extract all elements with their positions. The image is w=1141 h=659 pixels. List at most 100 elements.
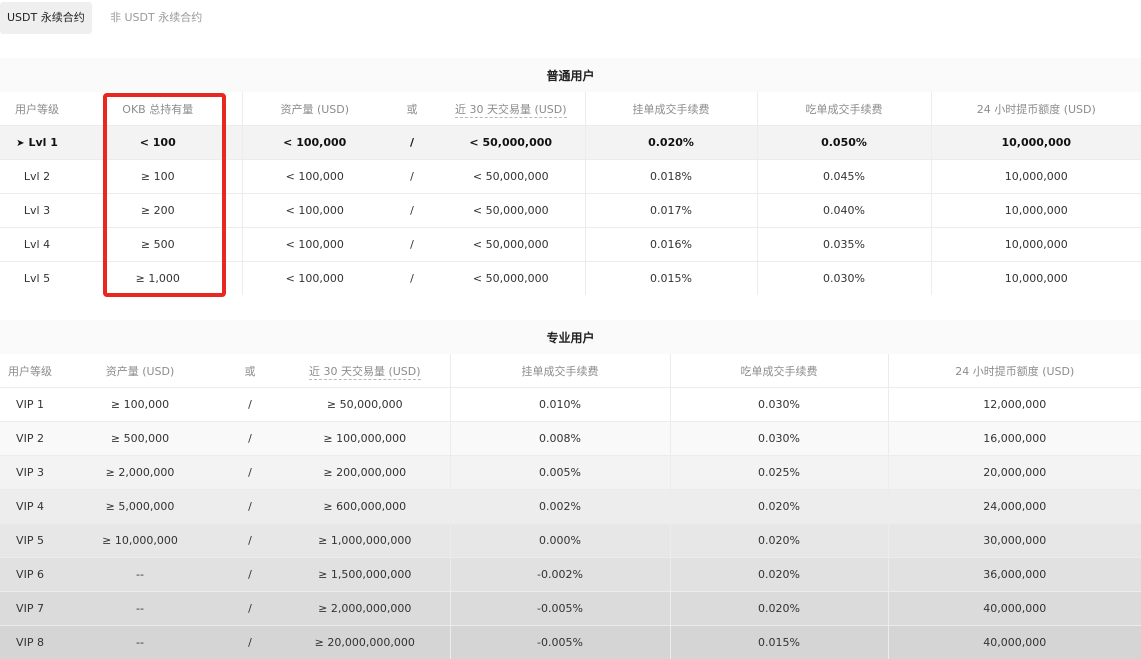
header-or: 或 — [387, 92, 437, 126]
cell-or: / — [220, 490, 280, 524]
header-withdrawal-limit: 24 小时提币额度 (USD) — [931, 92, 1141, 126]
cell-level: VIP 5 — [0, 524, 60, 558]
header-assets: 资产量 (USD) — [60, 354, 220, 388]
header-taker-fee: 吃单成交手续费 — [670, 354, 888, 388]
cell-maker-fee: 0.017% — [585, 194, 757, 228]
regular-level-row: ➤Lvl 1< 100< 100,000/< 50,000,0000.020%0… — [0, 126, 1141, 160]
header-or: 或 — [220, 354, 280, 388]
cell-or: / — [220, 592, 280, 626]
regular-header-row: 用户等级 OKB 总持有量 资产量 (USD) 或 近 30 天交易量 (USD… — [0, 92, 1141, 126]
cell-or: / — [387, 126, 437, 160]
pro-level-row: VIP 2≥ 500,000/≥ 100,000,0000.008%0.030%… — [0, 422, 1141, 456]
cell-taker-fee: 0.040% — [757, 194, 931, 228]
cell-volume-30d: < 50,000,000 — [437, 262, 585, 296]
cell-or: / — [220, 456, 280, 490]
header-okb-holdings: OKB 总持有量 — [74, 92, 242, 126]
cell-okb-holdings: < 100 — [74, 126, 242, 160]
cell-maker-fee: 0.008% — [450, 422, 670, 456]
cell-maker-fee: 0.016% — [585, 228, 757, 262]
cell-withdrawal-limit: 10,000,000 — [931, 228, 1141, 262]
current-level-marker-icon: ➤ — [16, 138, 24, 149]
cell-level: Lvl 3 — [0, 194, 74, 228]
cell-or: / — [220, 388, 280, 422]
cell-assets: < 100,000 — [242, 160, 387, 194]
cell-taker-fee: 0.020% — [670, 592, 888, 626]
cell-maker-fee: 0.002% — [450, 490, 670, 524]
header-assets: 资产量 (USD) — [242, 92, 387, 126]
cell-maker-fee: -0.002% — [450, 558, 670, 592]
cell-volume-30d: < 50,000,000 — [437, 126, 585, 160]
tab-usdt-perpetual[interactable]: USDT 永续合约 — [0, 2, 92, 34]
cell-assets: < 100,000 — [242, 126, 387, 160]
cell-withdrawal-limit: 10,000,000 — [931, 194, 1141, 228]
contract-type-tabs: USDT 永续合约 非 USDT 永续合约 — [0, 0, 1141, 36]
cell-volume-30d: < 50,000,000 — [437, 160, 585, 194]
cell-assets: ≥ 10,000,000 — [60, 524, 220, 558]
header-user-level: 用户等级 — [0, 354, 60, 388]
cell-level: VIP 1 — [0, 388, 60, 422]
cell-or: / — [220, 422, 280, 456]
cell-or: / — [387, 160, 437, 194]
cell-or: / — [220, 524, 280, 558]
cell-okb-holdings: ≥ 500 — [74, 228, 242, 262]
cell-volume-30d: ≥ 2,000,000,000 — [280, 592, 450, 626]
pro-user-fee-table: 专业用户 用户等级 资产量 (USD) 或 近 30 天交易量 (USD) 挂单… — [0, 320, 1141, 659]
cell-assets: -- — [60, 558, 220, 592]
cell-withdrawal-limit: 30,000,000 — [888, 524, 1141, 558]
cell-level: Lvl 2 — [0, 160, 74, 194]
cell-taker-fee: 0.020% — [670, 490, 888, 524]
cell-maker-fee: 0.005% — [450, 456, 670, 490]
cell-withdrawal-limit: 20,000,000 — [888, 456, 1141, 490]
cell-volume-30d: ≥ 200,000,000 — [280, 456, 450, 490]
cell-assets: -- — [60, 592, 220, 626]
regular-section-title: 普通用户 — [0, 58, 1141, 92]
cell-or: / — [387, 262, 437, 296]
pro-header-row: 用户等级 资产量 (USD) 或 近 30 天交易量 (USD) 挂单成交手续费… — [0, 354, 1141, 388]
regular-user-fee-table: 普通用户 用户等级 OKB 总持有量 资产量 (USD) 或 近 30 天交易量… — [0, 58, 1141, 295]
cell-volume-30d: ≥ 1,500,000,000 — [280, 558, 450, 592]
cell-level: VIP 7 — [0, 592, 60, 626]
cell-assets: ≥ 100,000 — [60, 388, 220, 422]
cell-maker-fee: 0.015% — [585, 262, 757, 296]
cell-withdrawal-limit: 36,000,000 — [888, 558, 1141, 592]
header-30d-volume[interactable]: 近 30 天交易量 (USD) — [280, 354, 450, 388]
header-maker-fee: 挂单成交手续费 — [585, 92, 757, 126]
cell-withdrawal-limit: 10,000,000 — [931, 160, 1141, 194]
cell-taker-fee: 0.030% — [670, 388, 888, 422]
header-taker-fee: 吃单成交手续费 — [757, 92, 931, 126]
regular-level-row: Lvl 4≥ 500< 100,000/< 50,000,0000.016%0.… — [0, 228, 1141, 262]
cell-volume-30d: < 50,000,000 — [437, 194, 585, 228]
cell-assets: < 100,000 — [242, 194, 387, 228]
cell-taker-fee: 0.020% — [670, 558, 888, 592]
cell-volume-30d: ≥ 100,000,000 — [280, 422, 450, 456]
cell-assets: ≥ 2,000,000 — [60, 456, 220, 490]
cell-volume-30d: ≥ 50,000,000 — [280, 388, 450, 422]
section-gap — [0, 298, 1141, 320]
cell-level: Lvl 4 — [0, 228, 74, 262]
cell-withdrawal-limit: 24,000,000 — [888, 490, 1141, 524]
cell-volume-30d: ≥ 600,000,000 — [280, 490, 450, 524]
cell-maker-fee: 0.018% — [585, 160, 757, 194]
header-maker-fee: 挂单成交手续费 — [450, 354, 670, 388]
cell-level: Lvl 5 — [0, 262, 74, 296]
cell-withdrawal-limit: 12,000,000 — [888, 388, 1141, 422]
header-30d-volume[interactable]: 近 30 天交易量 (USD) — [437, 92, 585, 126]
pro-level-row: VIP 1≥ 100,000/≥ 50,000,0000.010%0.030%1… — [0, 388, 1141, 422]
cell-maker-fee: -0.005% — [450, 592, 670, 626]
cell-withdrawal-limit: 40,000,000 — [888, 592, 1141, 626]
cell-taker-fee: 0.025% — [670, 456, 888, 490]
header-withdrawal-limit: 24 小时提币额度 (USD) — [888, 354, 1141, 388]
cell-assets: ≥ 500,000 — [60, 422, 220, 456]
cell-or: / — [387, 194, 437, 228]
cell-maker-fee: 0.020% — [585, 126, 757, 160]
cell-maker-fee: 0.010% — [450, 388, 670, 422]
pro-level-row: VIP 6--/≥ 1,500,000,000-0.002%0.020%36,0… — [0, 558, 1141, 592]
cell-level: VIP 3 — [0, 456, 60, 490]
cell-withdrawal-limit: 10,000,000 — [931, 262, 1141, 296]
cell-or: / — [387, 228, 437, 262]
cell-level: ➤Lvl 1 — [0, 126, 74, 160]
tab-non-usdt-perpetual[interactable]: 非 USDT 永续合约 — [103, 2, 209, 34]
cell-level: VIP 4 — [0, 490, 60, 524]
pro-level-row: VIP 7--/≥ 2,000,000,000-0.005%0.020%40,0… — [0, 592, 1141, 626]
cell-withdrawal-limit: 10,000,000 — [931, 126, 1141, 160]
